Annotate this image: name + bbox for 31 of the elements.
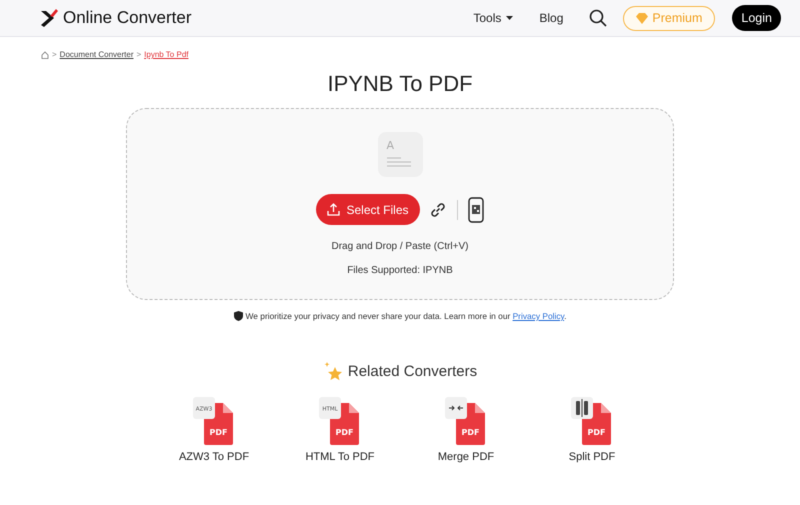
page-title: IPYNB To PDF — [326, 71, 474, 97]
separator: > — [52, 50, 57, 59]
sparkle-stars-icon — [322, 361, 343, 381]
link-icon[interactable] — [428, 200, 447, 218]
home-icon[interactable] — [41, 50, 49, 58]
brand-name[interactable]: Online Converter — [63, 8, 192, 28]
converter-link[interactable]: Split PDF — [568, 451, 616, 463]
file-placeholder-icon: A — [378, 132, 422, 177]
converter-link[interactable]: Merge PDF — [438, 451, 494, 463]
section-title: Related Converters — [348, 362, 478, 380]
caret-icon — [506, 16, 514, 20]
drag-drop-hint: Drag and Drop / Paste (Ctrl+V) — [332, 241, 468, 252]
shield-icon — [234, 311, 243, 321]
converter-link[interactable]: AZW3 To PDF — [178, 451, 250, 463]
separator: > — [136, 50, 142, 59]
upload-icon — [327, 203, 340, 216]
supported-formats: Files Supported: IPYNB — [347, 265, 453, 276]
nav-link[interactable]: Blog — [539, 11, 564, 25]
search-icon[interactable] — [589, 9, 608, 27]
nav-link[interactable]: Tools — [473, 11, 514, 25]
privacy-notice: We prioritize your privacy and never share your data. Learn more in our Privacy Policy. — [246, 311, 566, 321]
drop-zone[interactable]: A Select Files Drag and Drop / Paste (Ctrl+V) Files Supported: IPYNB — [126, 108, 674, 300]
converter-link[interactable]: HTML To PDF — [305, 451, 375, 463]
diamond-icon — [636, 12, 648, 24]
login-button[interactable]: Login — [732, 5, 781, 31]
select-files-button[interactable]: Select Files — [316, 194, 420, 225]
breadcrumb-link[interactable]: Ipynb To Pdf — [144, 50, 188, 59]
phone-qr-icon[interactable] — [468, 196, 484, 222]
logo-icon — [40, 8, 59, 28]
breadcrumb-link[interactable]: Document Converter — [60, 50, 134, 59]
privacy-policy-link[interactable]: Privacy Policy — [512, 311, 564, 321]
